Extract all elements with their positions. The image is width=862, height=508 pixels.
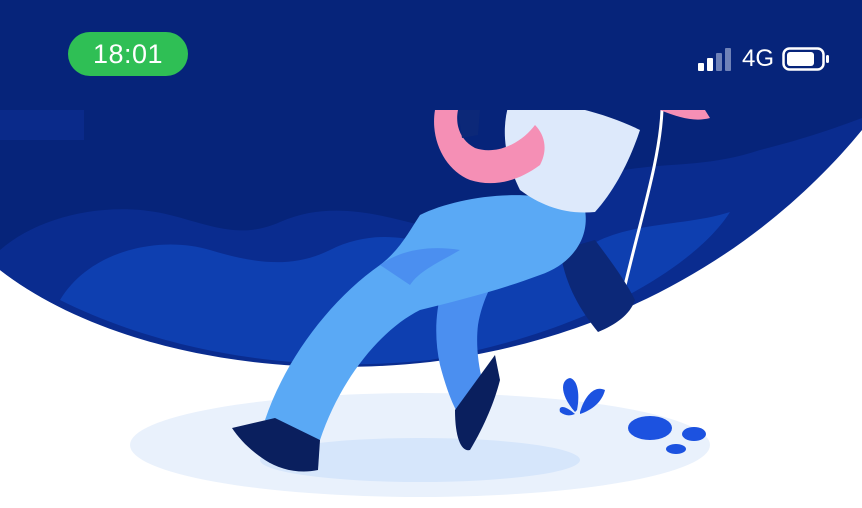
- time-pill[interactable]: 18:01: [68, 32, 188, 76]
- status-indicators: 4G: [696, 44, 832, 74]
- stone-small: [666, 444, 686, 454]
- cellular-signal-icon: [696, 46, 734, 72]
- building-block: [0, 110, 84, 140]
- time-label: 18:01: [92, 39, 164, 69]
- battery-icon: [782, 46, 832, 72]
- stone-large: [628, 416, 672, 440]
- network-type-label: 4G: [741, 45, 774, 72]
- app-screen: 18:01 4G: [0, 0, 862, 508]
- status-bar: 18:01 4G: [0, 0, 862, 110]
- stone-medium: [682, 427, 706, 441]
